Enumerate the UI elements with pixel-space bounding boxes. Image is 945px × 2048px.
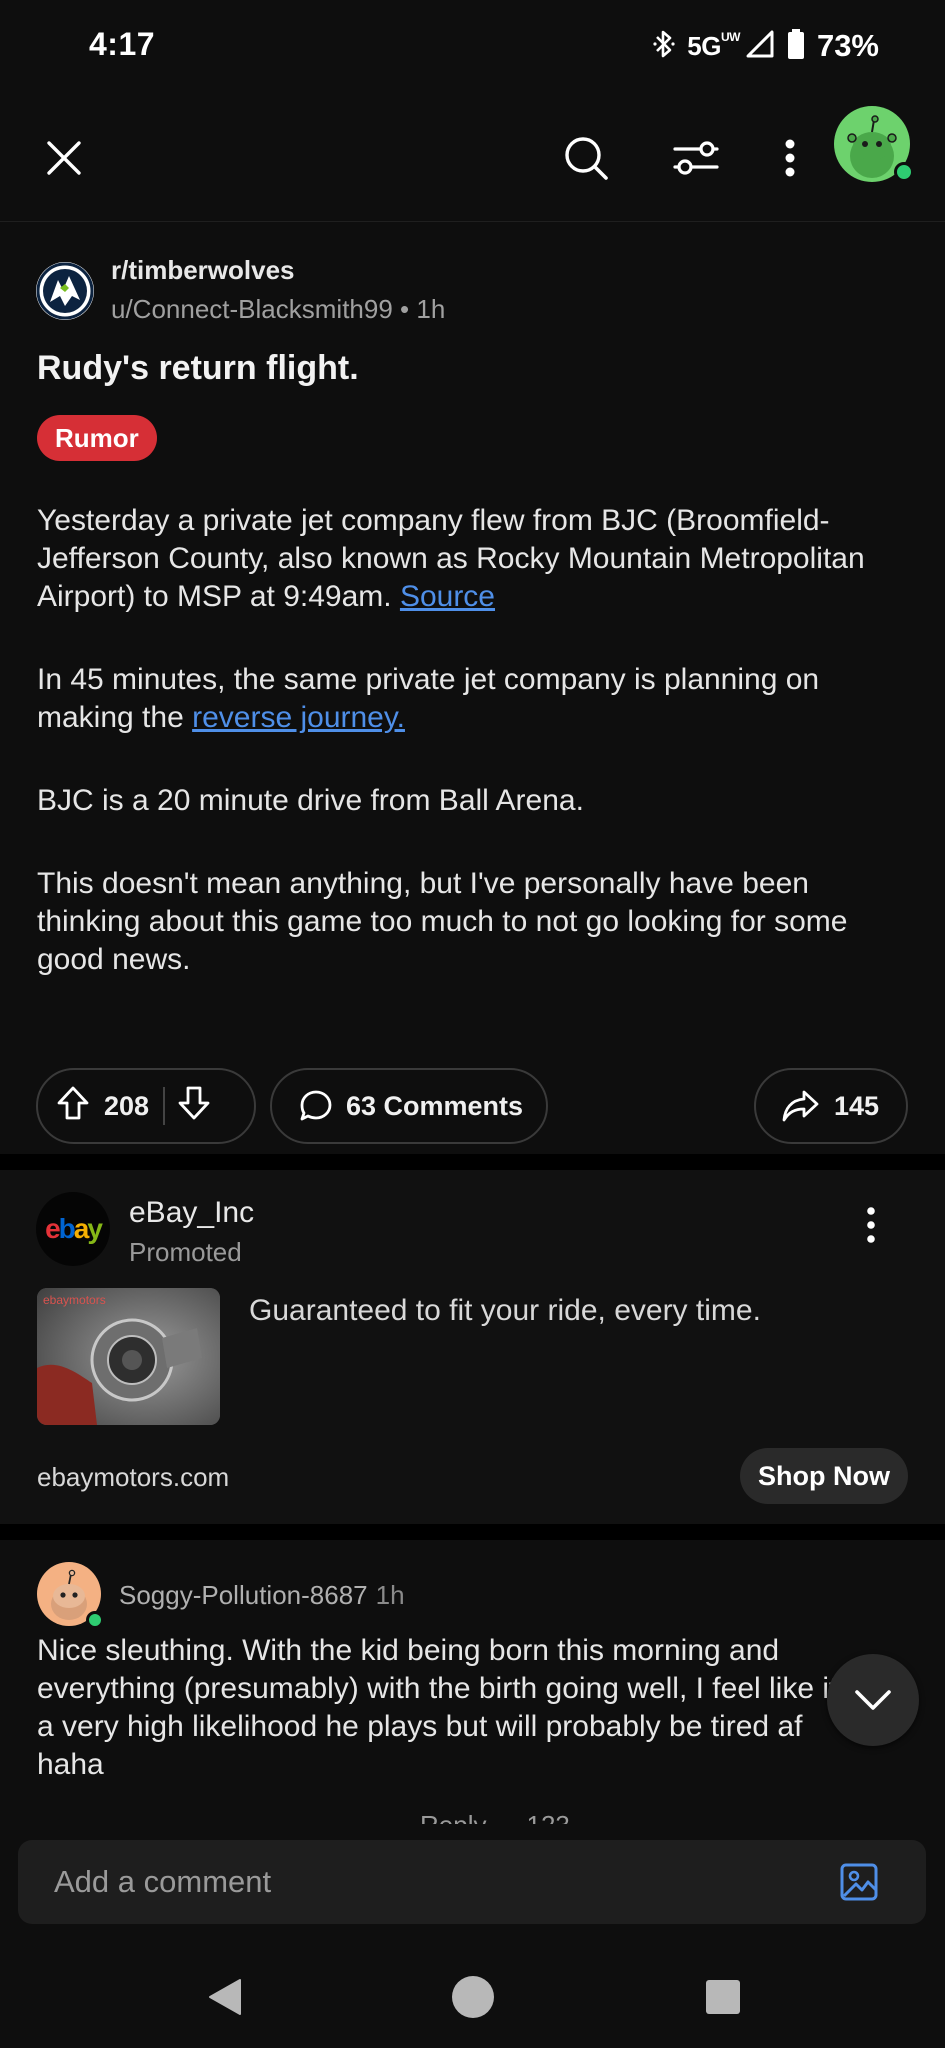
upvote-button[interactable] xyxy=(56,1085,90,1128)
ad-image[interactable]: ebaymotors xyxy=(37,1288,220,1425)
share-arrow-icon xyxy=(782,1090,819,1122)
comments-button[interactable]: 63 Comments xyxy=(270,1068,548,1144)
network-type: 5GUW xyxy=(687,29,740,61)
downvote-button[interactable] xyxy=(177,1085,211,1128)
chevron-down-icon xyxy=(855,1690,891,1710)
comment-age: 1h xyxy=(375,1580,405,1610)
more-options-button[interactable] xyxy=(770,128,810,188)
search-button[interactable] xyxy=(556,128,616,188)
post-actions: 208 63 Comments 145 xyxy=(0,1068,945,1144)
post-paragraph: In 45 minutes, the same private jet comp… xyxy=(37,663,820,734)
post-author-line: u/Connect-Blacksmith99 • 1h xyxy=(111,294,445,325)
separator-dot: • xyxy=(400,294,417,324)
comment-body: Nice sleuthing. With the kid being born … xyxy=(37,1634,859,1781)
top-nav xyxy=(0,92,945,222)
battery-icon xyxy=(787,28,805,65)
post-title: Rudy's return flight. xyxy=(37,349,359,387)
vote-divider xyxy=(163,1087,166,1125)
section-divider xyxy=(0,1524,945,1540)
comment-author-line: Soggy-Pollution-8687 1h xyxy=(119,1580,405,1611)
ad-more-button[interactable] xyxy=(856,1200,886,1250)
ad-headline[interactable]: Guaranteed to fit your ride, every time. xyxy=(249,1294,761,1328)
screen: 4:17 5GUW 73% r/timberwolves u/Connect-B… xyxy=(0,0,945,2048)
signal-icon xyxy=(745,29,775,64)
search-icon xyxy=(565,137,608,180)
status-bar: 4:17 5GUW 73% xyxy=(0,0,945,92)
timberwolves-logo-icon xyxy=(36,262,94,320)
subreddit-icon[interactable] xyxy=(36,262,94,320)
close-icon xyxy=(47,141,81,175)
bluetooth-icon xyxy=(653,28,675,65)
comment-author[interactable]: Soggy-Pollution-8687 xyxy=(119,1580,368,1610)
user-avatar-button[interactable] xyxy=(834,106,914,182)
image-icon xyxy=(840,1863,878,1901)
system-navigation-bar xyxy=(0,1952,945,2048)
promoted-ad: ebay eBay_Inc Promoted ebaymotors Guaran… xyxy=(0,1170,945,1524)
recents-square-icon xyxy=(706,1980,740,2014)
online-indicator xyxy=(86,1611,104,1629)
sort-filter-button[interactable] xyxy=(666,128,726,188)
vote-count: 208 xyxy=(104,1090,150,1121)
post-paragraph: BJC is a 20 minute drive from Ball Arena… xyxy=(37,784,584,817)
subreddit-name[interactable]: r/timberwolves xyxy=(111,255,295,286)
back-triangle-icon xyxy=(209,1979,241,2015)
post-paragraph: This doesn't mean anything, but I've per… xyxy=(37,867,848,976)
next-comment-button[interactable] xyxy=(827,1654,919,1746)
turbocharger-image-icon: ebaymotors xyxy=(37,1288,220,1425)
post-paragraph: Yesterday a private jet company flew fro… xyxy=(37,504,865,613)
ebay-logo-icon[interactable]: ebay xyxy=(36,1192,110,1266)
advertiser-name[interactable]: eBay_Inc xyxy=(129,1196,254,1230)
post-author[interactable]: u/Connect-Blacksmith99 xyxy=(111,294,393,324)
share-button[interactable]: 145 xyxy=(754,1068,908,1144)
vote-control: 208 xyxy=(36,1068,256,1144)
comments-count: 63 Comments xyxy=(346,1090,524,1121)
recents-button[interactable] xyxy=(698,1972,748,2022)
more-vertical-icon xyxy=(867,1207,875,1243)
post-flair[interactable]: Rumor xyxy=(37,415,157,461)
post: r/timberwolves u/Connect-Blacksmith99 • … xyxy=(0,222,945,1152)
comment-input[interactable] xyxy=(54,1840,814,1924)
home-circle-icon xyxy=(452,1976,494,2018)
status-icons: 5GUW 73% xyxy=(653,26,879,66)
filter-icon xyxy=(673,141,719,175)
upvote-arrow-icon xyxy=(57,1086,89,1119)
source-link[interactable]: Source xyxy=(400,580,495,613)
attach-image-button[interactable] xyxy=(838,1860,882,1904)
reverse-journey-link[interactable]: reverse journey. xyxy=(192,701,405,734)
back-button[interactable] xyxy=(200,1972,250,2022)
promoted-label: Promoted xyxy=(129,1237,242,1267)
ad-image-brand: ebaymotors xyxy=(43,1293,106,1307)
ad-domain[interactable]: ebaymotors.com xyxy=(37,1462,229,1493)
shop-now-button[interactable]: Shop Now xyxy=(740,1448,908,1504)
downvote-arrow-icon xyxy=(178,1086,210,1119)
post-body: Yesterday a private jet company flew fro… xyxy=(37,502,917,1024)
comment-input-box xyxy=(18,1840,926,1924)
status-time: 4:17 xyxy=(89,26,156,62)
share-count: 145 xyxy=(834,1090,880,1121)
post-age: 1h xyxy=(416,294,446,324)
section-divider xyxy=(0,1154,945,1170)
online-indicator xyxy=(894,162,914,182)
battery-percent: 73% xyxy=(816,28,879,63)
comment-bubble-icon xyxy=(300,1090,332,1121)
close-button[interactable] xyxy=(36,130,92,186)
home-button[interactable] xyxy=(448,1972,498,2022)
more-vertical-icon xyxy=(785,139,795,177)
comment: Soggy-Pollution-8687 1h Nice sleuthing. W… xyxy=(0,1542,945,1842)
